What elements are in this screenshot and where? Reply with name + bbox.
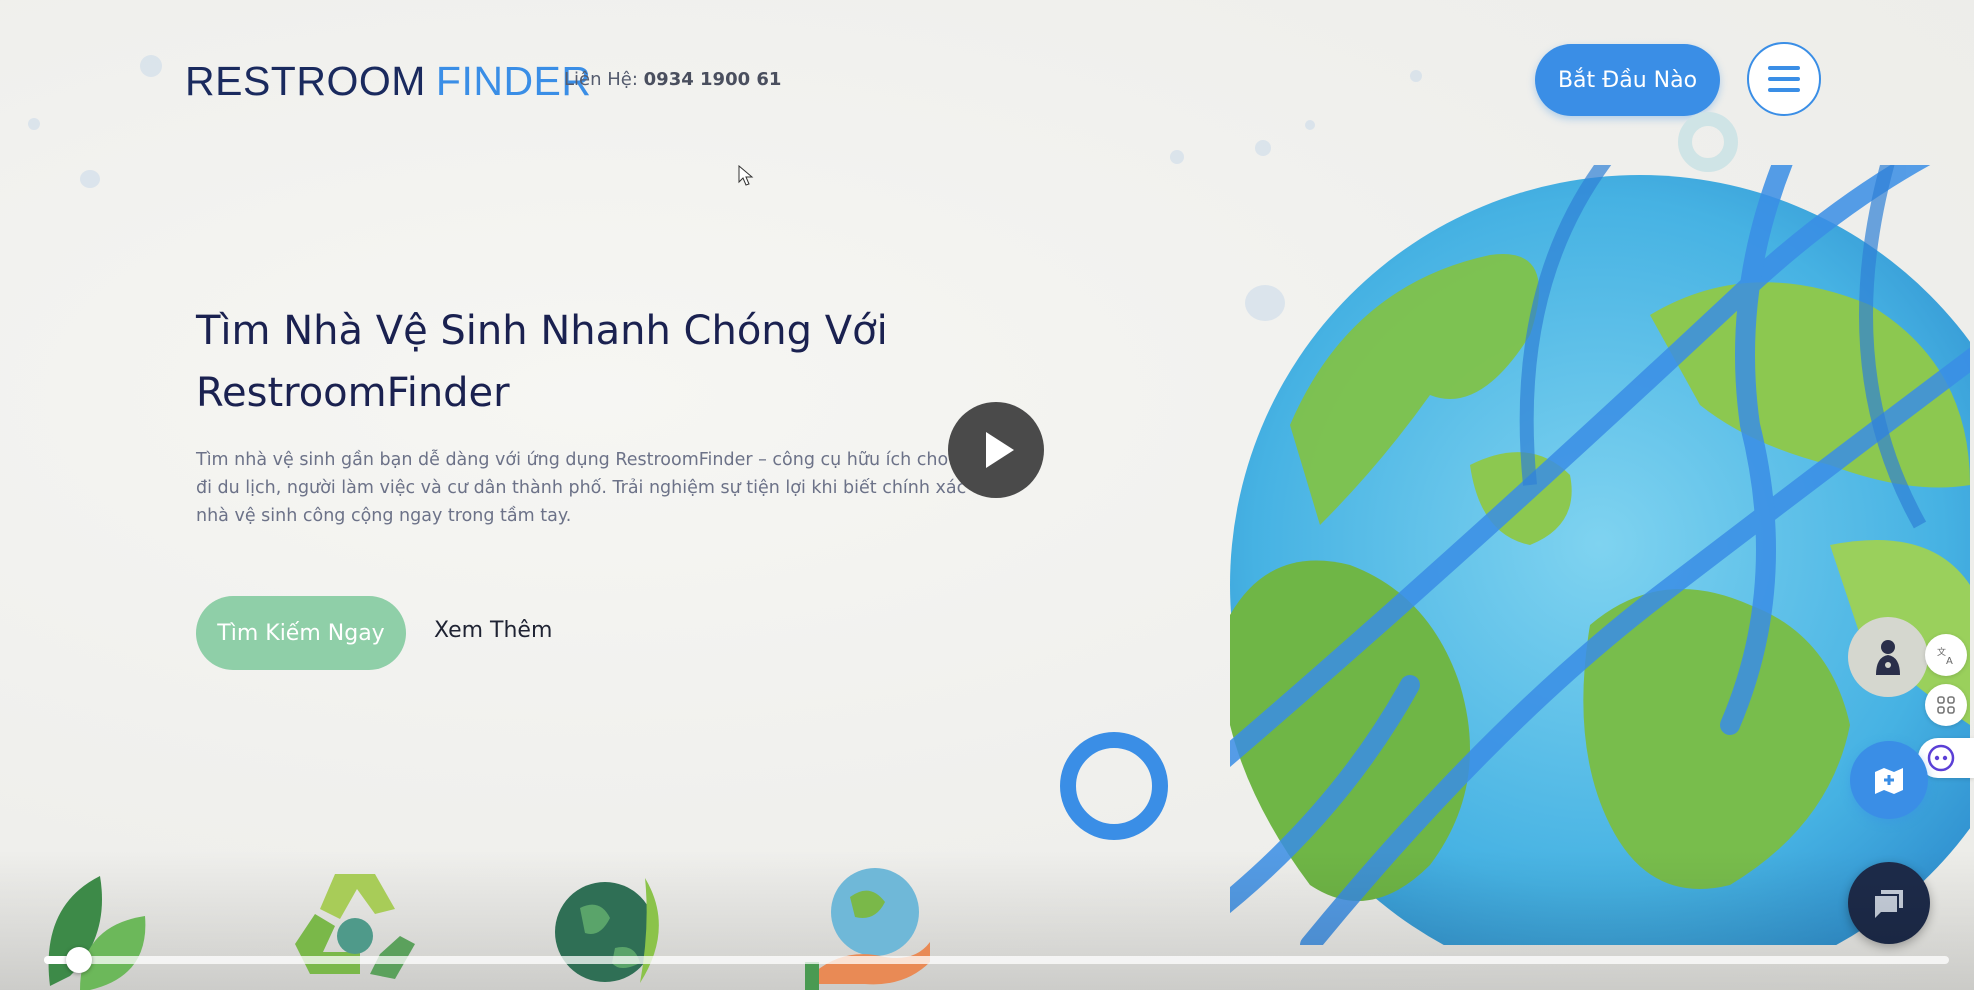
start-button[interactable]: Bắt Đầu Nào bbox=[1535, 44, 1720, 116]
translate-button[interactable]: 文 A bbox=[1925, 634, 1967, 676]
apps-button[interactable] bbox=[1925, 684, 1967, 726]
hamburger-menu-icon bbox=[1768, 77, 1800, 81]
hero-title-line2: RestroomFinder bbox=[196, 370, 510, 416]
assistant-widget-button[interactable] bbox=[1848, 617, 1928, 697]
paint-speck bbox=[1410, 70, 1422, 82]
paint-speck bbox=[28, 118, 40, 130]
translate-icon: 文 A bbox=[1937, 646, 1953, 666]
mouse-cursor-icon bbox=[738, 165, 754, 186]
hamburger-menu-icon bbox=[1768, 66, 1800, 70]
hand-earth-icon bbox=[805, 868, 930, 990]
paint-speck bbox=[80, 170, 100, 188]
paint-speck bbox=[140, 55, 162, 77]
contact-label: Liên Hệ: bbox=[564, 69, 638, 90]
svg-text:A: A bbox=[1946, 656, 1953, 666]
decor-ring bbox=[1678, 112, 1738, 172]
assistant-icon bbox=[1876, 640, 1900, 675]
add-location-button[interactable] bbox=[1850, 741, 1928, 819]
apps-grid-icon bbox=[1937, 696, 1955, 714]
menu-button[interactable] bbox=[1747, 42, 1821, 116]
contact-phone[interactable]: 0934 1900 61 bbox=[644, 69, 782, 90]
video-progress-track[interactable] bbox=[44, 956, 1949, 964]
recycle-icon bbox=[295, 874, 415, 979]
hero-title-line1: Tìm Nhà Vệ Sinh Nhanh Chóng Với bbox=[196, 308, 888, 354]
play-button[interactable] bbox=[948, 402, 1044, 498]
hamburger-menu-icon bbox=[1768, 88, 1800, 92]
hero-title: Tìm Nhà Vệ Sinh Nhanh Chóng Với Restroom… bbox=[196, 300, 916, 424]
paint-speck bbox=[1170, 150, 1184, 164]
contact-info: Liên Hệ: 0934 1900 61 bbox=[564, 69, 781, 90]
logo-text-restroom: RESTROOM bbox=[185, 58, 426, 104]
svg-text:文: 文 bbox=[1937, 646, 1946, 658]
globe-leaf-icon bbox=[555, 878, 659, 983]
map-add-icon bbox=[1875, 768, 1903, 794]
leaf-icon bbox=[48, 876, 146, 990]
play-icon bbox=[986, 432, 1014, 468]
video-progress-handle[interactable] bbox=[66, 947, 92, 973]
hero-description: Tìm nhà vệ sinh gần bạn dễ dàng với ứng … bbox=[196, 450, 1012, 526]
decor-ring bbox=[1060, 732, 1168, 840]
site-logo[interactable]: RESTROOM FINDER bbox=[185, 58, 592, 105]
ai-face-icon bbox=[1927, 744, 1955, 772]
earth-illustration bbox=[1230, 165, 1970, 945]
paint-speck bbox=[1305, 120, 1315, 130]
paint-speck bbox=[1255, 140, 1271, 156]
see-more-link[interactable]: Xem Thêm bbox=[434, 618, 552, 643]
search-now-button[interactable]: Tìm Kiếm Ngay bbox=[196, 596, 406, 670]
